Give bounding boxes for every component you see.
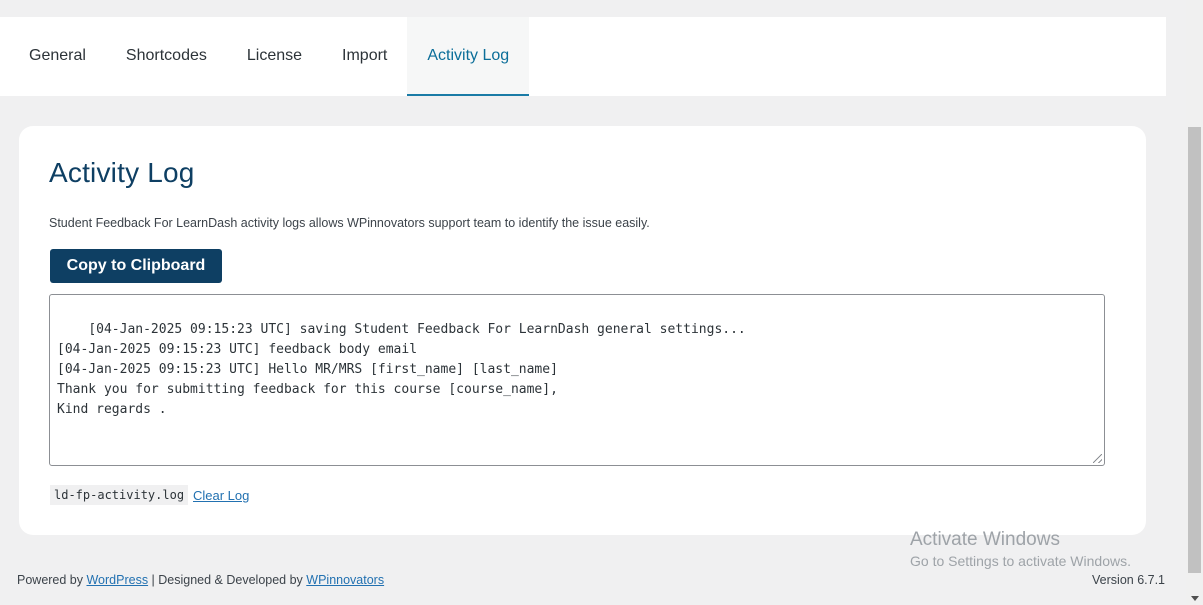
tab-shortcodes[interactable]: Shortcodes xyxy=(106,17,227,96)
page-title: Activity Log xyxy=(49,157,195,188)
footer-powered-by: Powered by xyxy=(17,573,87,587)
activity-log-content: [04-Jan-2025 09:15:23 UTC] saving Studen… xyxy=(57,322,746,417)
tab-activity-log[interactable]: Activity Log xyxy=(407,17,530,96)
watermark-title: Activate Windows xyxy=(910,529,1060,550)
footer-designed-by: | Designed & Developed by xyxy=(148,573,307,587)
activity-log-textarea[interactable]: [04-Jan-2025 09:15:23 UTC] saving Studen… xyxy=(49,294,1105,466)
windows-activation-watermark: Activate Windows Go to Settings to activ… xyxy=(910,529,1131,569)
settings-tab-bar: General Shortcodes License Import Activi… xyxy=(0,17,1166,96)
wordpress-link[interactable]: WordPress xyxy=(86,573,148,587)
scrollbar-thumb[interactable] xyxy=(1188,127,1201,573)
footer-credits: Powered by WordPress | Designed & Develo… xyxy=(17,573,384,587)
copy-to-clipboard-button[interactable]: Copy to Clipboard xyxy=(50,249,222,283)
page-scrollbar[interactable] xyxy=(1186,0,1203,605)
page-description: Student Feedback For LearnDash activity … xyxy=(49,216,650,230)
footer-version: Version 6.7.1 xyxy=(1092,573,1165,587)
activity-log-card: Activity Log Student Feedback For LearnD… xyxy=(19,126,1146,535)
log-file-name: ld-fp-activity.log xyxy=(50,485,189,505)
clear-log-link[interactable]: Clear Log xyxy=(193,488,249,503)
tab-general[interactable]: General xyxy=(0,17,106,96)
scroll-down-arrow-icon[interactable] xyxy=(1191,596,1199,601)
tab-import[interactable]: Import xyxy=(322,17,407,96)
watermark-subtitle: Go to Settings to activate Windows. xyxy=(910,553,1131,569)
tab-license[interactable]: License xyxy=(227,17,322,96)
wpinnovators-link[interactable]: WPinnovators xyxy=(306,573,384,587)
resize-handle-icon[interactable] xyxy=(1093,454,1102,463)
